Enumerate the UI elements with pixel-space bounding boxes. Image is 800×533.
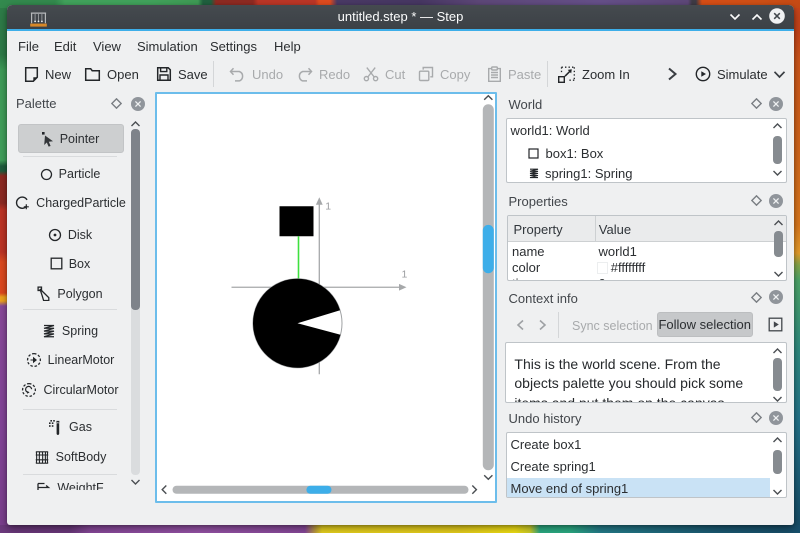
svg-text:1: 1	[401, 268, 407, 280]
svg-text:1: 1	[325, 200, 331, 212]
